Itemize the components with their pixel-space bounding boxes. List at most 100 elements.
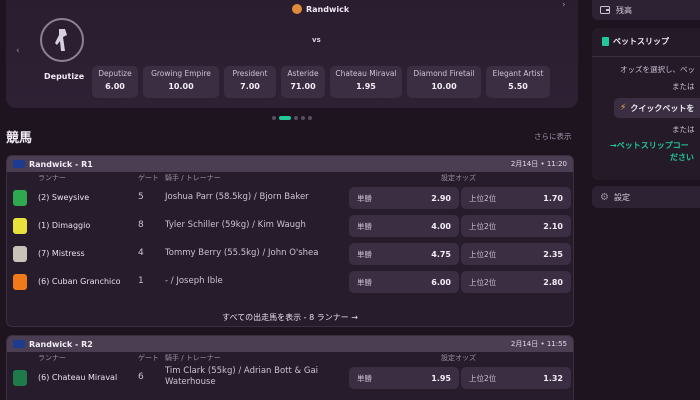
race-card: Randwick - R2 2月14日 • 11:55 ランナー ゲート 騎手 … xyxy=(6,335,574,400)
featured-venue[interactable]: Randwick xyxy=(292,4,349,14)
runner-column-header: ランナー xyxy=(38,174,66,182)
odds-card[interactable]: Diamond Firetail 10.00 xyxy=(407,66,481,98)
odds-value: 2.10 xyxy=(543,221,563,231)
race-header[interactable]: Randwick - R1 2月14日 • 11:20 xyxy=(7,156,573,172)
odds-card[interactable]: Growing Empire 10.00 xyxy=(143,66,219,98)
gate-column-header: ゲート xyxy=(138,174,159,182)
settings-label: 設定 xyxy=(613,192,630,202)
win-odds-button[interactable]: 単勝 2.90 xyxy=(349,187,459,209)
jockey-line: Waterhouse xyxy=(165,377,216,387)
runner-column-header: ランナー xyxy=(38,354,66,362)
jockey-silk-icon xyxy=(13,246,27,262)
odds-column-header: 設定オッズ xyxy=(441,174,476,182)
runner-row: (6) Chateau Miraval 6 Tim Clark (55kg) /… xyxy=(7,364,573,392)
place-odds-button[interactable]: 上位2位 1.32 xyxy=(461,367,571,389)
odds-card[interactable]: President 7.00 xyxy=(224,66,276,98)
race-card: Randwick - R1 2月14日 • 11:20 ランナー ゲート 騎手 … xyxy=(6,155,574,327)
page-dot[interactable] xyxy=(272,116,276,120)
odds-value: 1.95 xyxy=(356,82,376,91)
odds-value: 7.00 xyxy=(240,82,260,91)
runner-gate: 1 xyxy=(138,276,144,286)
bet-label: 上位2位 xyxy=(469,249,497,259)
odds-value: 2.80 xyxy=(543,277,563,287)
australia-flag-icon xyxy=(13,340,25,348)
runner-name: (1) Dimaggio xyxy=(38,221,91,230)
odds-column-header: 設定オッズ xyxy=(441,354,476,362)
page-dot-active[interactable] xyxy=(279,116,291,120)
place-odds-button[interactable]: 上位2位 1.70 xyxy=(461,187,571,209)
page-dot[interactable] xyxy=(301,116,305,120)
gate-column-header: ゲート xyxy=(138,354,159,362)
bet-label: 単勝 xyxy=(357,221,372,231)
race-time: 2月14日 • 11:55 xyxy=(510,340,567,348)
odds-value: 1.95 xyxy=(431,373,451,383)
betslip-instruction: オッズを選択し、ベッ xyxy=(620,65,695,74)
featured-runner-name: Deputize xyxy=(44,72,85,81)
see-more-link[interactable]: さらに表示 xyxy=(534,131,572,142)
odds-value: 71.00 xyxy=(290,82,316,91)
odds-value: 4.75 xyxy=(431,249,451,259)
bet-label: 単勝 xyxy=(357,193,372,203)
page-dot[interactable] xyxy=(294,116,298,120)
odds-runner: President xyxy=(232,69,268,78)
odds-card[interactable]: Asteride 71.00 xyxy=(281,66,325,98)
page-dot[interactable] xyxy=(308,116,312,120)
quick-bet-button[interactable]: ⚡ クイックベットを xyxy=(614,98,700,118)
balance-tab[interactable]: 残高 xyxy=(592,0,700,20)
jockey-silk-avatar xyxy=(40,18,84,62)
odds-runner: Growing Empire xyxy=(151,69,211,78)
race-name: Randwick - R2 xyxy=(29,339,93,349)
bet-label: 上位2位 xyxy=(469,221,497,231)
show-all-runners-link[interactable]: すべての出走馬を表示 - 8 ランナー → xyxy=(7,312,573,323)
win-odds-button[interactable]: 単勝 4.75 xyxy=(349,243,459,265)
divider xyxy=(592,56,700,57)
betslip-code-link[interactable]: →ベットスリップコー ださい xyxy=(610,140,694,164)
gear-icon: ⚙ xyxy=(600,191,609,203)
runner-jockey-trainer: Tim Clark (55kg) / Adrian Bott & Gai Wate… xyxy=(165,366,318,388)
runner-row: (7) Mistress 4 Tommy Berry (55.5kg) / Jo… xyxy=(7,240,573,268)
win-odds-button[interactable]: 単勝 4.00 xyxy=(349,215,459,237)
vs-label: vs xyxy=(312,36,321,44)
code-link-line: ださい xyxy=(670,153,694,162)
odds-value: 10.00 xyxy=(431,82,457,91)
carousel-pagination[interactable] xyxy=(272,116,312,120)
race-header[interactable]: Randwick - R2 2月14日 • 11:55 xyxy=(7,336,573,352)
odds-card[interactable]: Elegant Artist 5.50 xyxy=(486,66,550,98)
venue-label: Randwick xyxy=(306,4,350,14)
section-title: 競馬 xyxy=(6,131,33,146)
featured-odds-row: Deputize 6.00 Growing Empire 10.00 Preside… xyxy=(92,66,550,98)
odds-value: 4.00 xyxy=(431,221,451,231)
odds-value: 10.00 xyxy=(168,82,194,91)
ticket-icon xyxy=(602,37,609,46)
odds-card[interactable]: Chateau Miraval 1.95 xyxy=(330,66,402,98)
right-sidebar: 残高 ベットスリップ オッズを選択し、ベッ または ⚡ クイックベットを または… xyxy=(592,0,700,400)
race-time: 2月14日 • 11:20 xyxy=(510,160,567,168)
lightning-icon: ⚡ xyxy=(620,103,627,113)
carousel-prev-button[interactable]: ‹ xyxy=(16,46,20,56)
runner-gate: 8 xyxy=(138,220,144,230)
place-odds-button[interactable]: 上位2位 2.35 xyxy=(461,243,571,265)
wallet-icon xyxy=(600,6,610,14)
runner-name: (6) Chateau Miraval xyxy=(38,373,118,382)
runner-row: (2) Sweysive 5 Joshua Parr (58.5kg) / Bj… xyxy=(7,184,573,212)
place-odds-button[interactable]: 上位2位 2.10 xyxy=(461,215,571,237)
odds-runner: Chateau Miraval xyxy=(335,69,397,78)
runner-name: (6) Cuban Granchico xyxy=(38,277,121,286)
column-headers: ランナー ゲート 騎手 / トレーナー 設定オッズ xyxy=(7,352,573,364)
settings-button[interactable]: ⚙ 設定 xyxy=(592,186,700,208)
odds-card[interactable]: Deputize 6.00 xyxy=(92,66,138,98)
place-odds-button[interactable]: 上位2位 2.80 xyxy=(461,271,571,293)
bet-label: 上位2位 xyxy=(469,277,497,287)
odds-runner: Diamond Firetail xyxy=(413,69,475,78)
jockey-line: Tim Clark (55kg) / Adrian Bott & Gai xyxy=(165,366,319,376)
win-odds-button[interactable]: 単勝 6.00 xyxy=(349,271,459,293)
code-link-line: →ベットスリップコー xyxy=(610,141,689,150)
odds-value: 6.00 xyxy=(105,82,125,91)
win-odds-button[interactable]: 単勝 1.95 xyxy=(349,367,459,389)
jockey-silk-icon xyxy=(13,218,27,234)
australia-flag-icon xyxy=(13,160,25,168)
jockey-column-header: 騎手 / トレーナー xyxy=(165,354,221,362)
runner-row: (1) Dimaggio 8 Tyler Schiller (59kg) / K… xyxy=(7,212,573,240)
runner-jockey-trainer: Tommy Berry (55.5kg) / John O'shea xyxy=(165,248,319,258)
featured-race-carousel: Randwick vs ‹ › Deputize Deputize 6.00 Gr… xyxy=(6,0,578,108)
